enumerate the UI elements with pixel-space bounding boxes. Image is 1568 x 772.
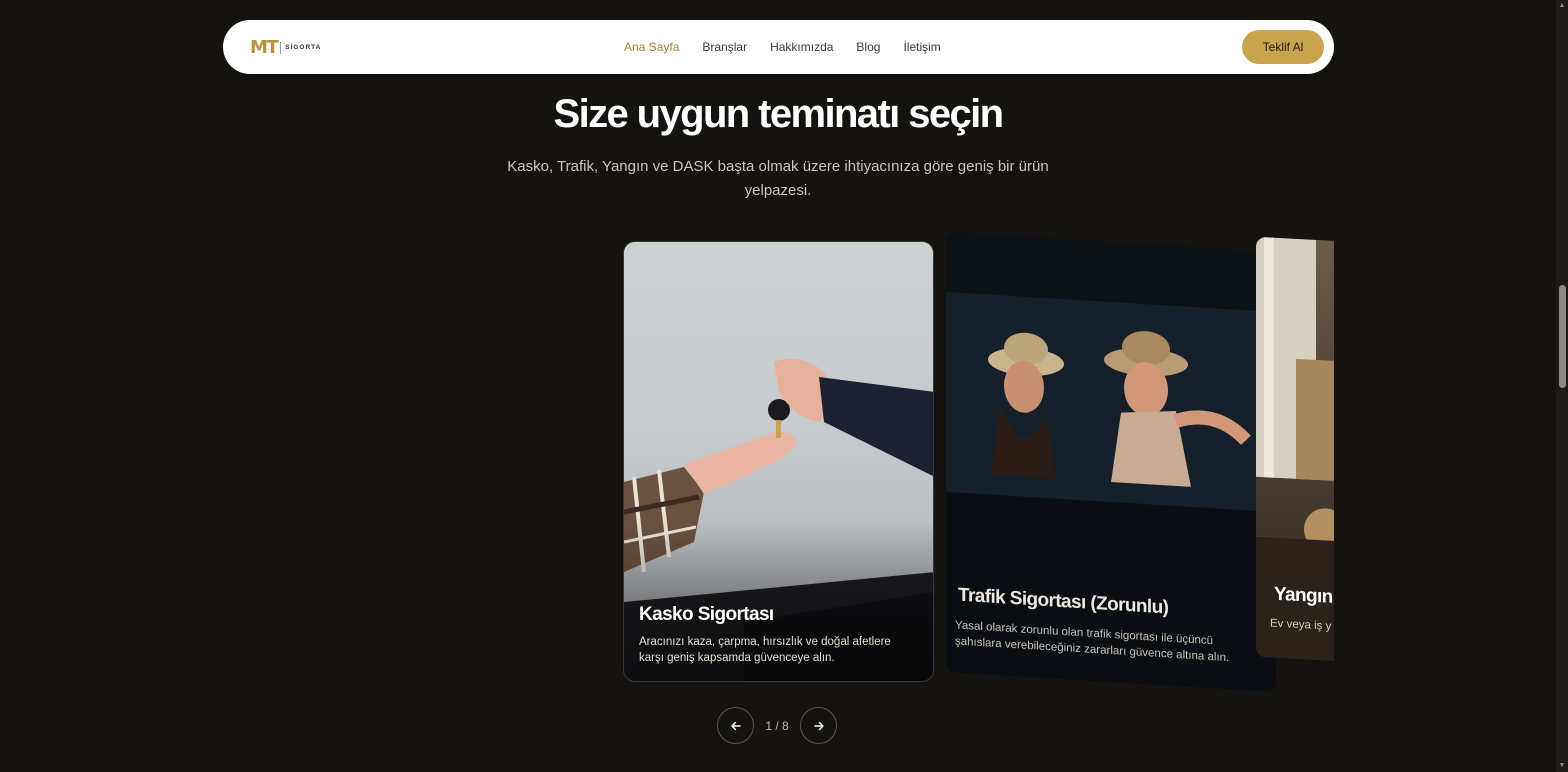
section-title: Size uygun teminatı seçin <box>553 92 1004 136</box>
scroll-thumb[interactable] <box>1559 285 1566 388</box>
scroll-down-icon[interactable]: ▼ <box>1558 762 1566 770</box>
nav-link-branslar[interactable]: Branşlar <box>702 40 747 54</box>
card-title: Kasko Sigortası <box>639 604 774 625</box>
logo-text: SİGORTA <box>285 44 322 51</box>
next-button[interactable] <box>800 707 837 744</box>
scrollbar[interactable]: ▲ ▼ <box>1556 0 1568 772</box>
product-card-trafik[interactable]: Trafik Sigortası (Zorunlu) Yasal olarak … <box>946 231 1276 693</box>
product-card-yangin[interactable]: Yangın Ev veya iş y tehlikelere k <box>1256 236 1334 668</box>
logo-divider <box>280 41 282 54</box>
scroll-up-icon[interactable]: ▲ <box>1558 2 1566 10</box>
nav-link-hakkimizda[interactable]: Hakkımızda <box>770 40 833 54</box>
arrow-left-icon <box>730 721 741 730</box>
section-subtitle: Kasko, Trafik, Yangın ve DASK başta olma… <box>507 158 1049 199</box>
card-title: Yangın <box>1274 583 1333 608</box>
main-nav: Ana Sayfa Branşlar Hakkımızda Blog İleti… <box>624 20 964 74</box>
carousel-track: Kasko Sigortası Aracınızı kaza, çarpma, … <box>0 230 1334 700</box>
nav-link-ana-sayfa[interactable]: Ana Sayfa <box>624 40 679 54</box>
product-card-kasko[interactable]: Kasko Sigortası Aracınızı kaza, çarpma, … <box>623 241 934 682</box>
logo-mark: MT <box>250 37 279 58</box>
carousel-pagination: 1 / 8 <box>717 707 837 744</box>
page-counter: 1 / 8 <box>765 718 789 733</box>
logo[interactable]: MT SİGORTA <box>250 37 321 58</box>
arrow-right-icon <box>813 721 824 730</box>
prev-button[interactable] <box>717 707 754 744</box>
nav-link-blog[interactable]: Blog <box>856 40 880 54</box>
teklif-al-button[interactable]: Teklif Al <box>1242 30 1324 64</box>
card-description: Aracınızı kaza, çarpma, hırsızlık ve doğ… <box>639 636 891 664</box>
nav-link-iletisim[interactable]: İletişim <box>903 40 940 54</box>
navbar: MT SİGORTA Ana Sayfa Branşlar Hakkımızda… <box>223 20 1334 74</box>
